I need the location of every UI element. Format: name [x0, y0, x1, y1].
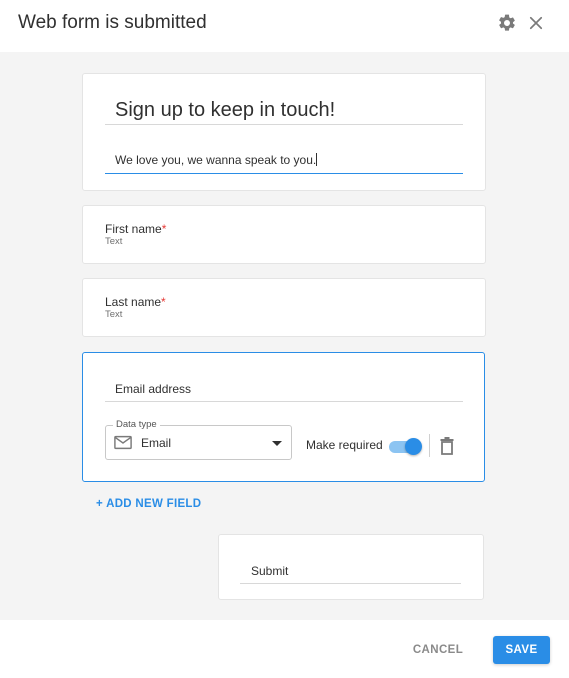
field-label: Last name*: [105, 294, 166, 310]
field-label-text: First name: [105, 222, 162, 236]
form-title-underline: [105, 124, 463, 125]
divider: [429, 434, 430, 457]
data-type-value: Email: [141, 436, 172, 450]
form-description-text: We love you, we wanna speak to you.: [115, 153, 317, 167]
field-label: First name*: [105, 221, 166, 237]
field-type: Text: [105, 309, 123, 320]
required-mark: *: [161, 222, 167, 236]
gear-icon[interactable]: [497, 13, 517, 33]
form-title-input[interactable]: Sign up to keep in touch!: [105, 98, 463, 122]
form-description-underline: [105, 173, 463, 174]
make-required-label: Make required: [306, 438, 383, 452]
chevron-down-icon: [272, 441, 282, 446]
trash-icon[interactable]: [440, 437, 454, 455]
save-button[interactable]: SAVE: [493, 636, 550, 664]
text-cursor: [316, 153, 318, 166]
submit-button-card[interactable]: Submit: [218, 534, 484, 600]
form-header-card: Sign up to keep in touch! We love you, w…: [82, 73, 486, 191]
field-label-input[interactable]: Email address: [105, 381, 463, 397]
mail-icon: [114, 435, 132, 450]
dialog-title: Web form is submitted: [18, 12, 207, 33]
submit-button-label-input[interactable]: Submit: [240, 563, 461, 579]
field-card-first-name[interactable]: First name* Text: [82, 205, 486, 264]
form-builder-area: Sign up to keep in touch! We love you, w…: [0, 52, 569, 620]
toggle-thumb: [405, 438, 422, 455]
field-type: Text: [105, 236, 123, 247]
field-card-last-name[interactable]: Last name* Text: [82, 278, 486, 337]
data-type-select[interactable]: Data type Email: [105, 419, 292, 460]
required-mark: *: [161, 295, 166, 309]
data-type-legend: Data type: [113, 419, 160, 431]
field-label-underline: [105, 401, 463, 402]
dialog-footer: CANCEL SAVE: [0, 620, 569, 678]
make-required-toggle[interactable]: [389, 438, 422, 455]
add-new-field-button[interactable]: + ADD NEW FIELD: [96, 497, 201, 511]
cancel-button[interactable]: CANCEL: [403, 636, 473, 664]
field-card-email[interactable]: Email address Data type Email Make requi…: [82, 352, 485, 482]
submit-label-underline: [240, 583, 461, 584]
dialog-header: Web form is submitted: [0, 0, 569, 52]
form-description-input[interactable]: We love you, we wanna speak to you.: [105, 152, 463, 168]
close-icon[interactable]: [527, 14, 545, 32]
field-label-text: Last name: [105, 295, 162, 309]
